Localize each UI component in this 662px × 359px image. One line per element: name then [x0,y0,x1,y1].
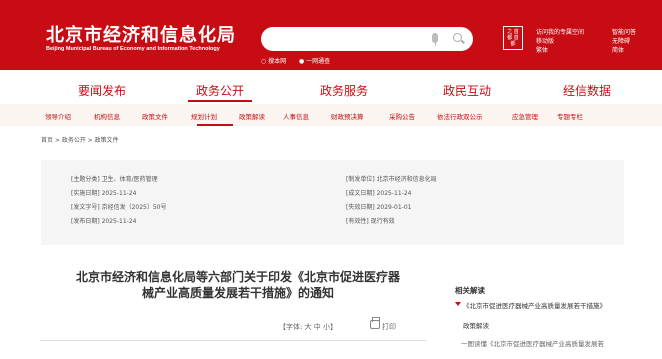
related-link[interactable]: 一图读懂《北京市促进医疗器械产业高质量发展若 [461,338,604,348]
meta-effective-date: [实施日期] 2025-11-24 [71,190,137,197]
mobile-version-link[interactable]: 移动版 [536,36,554,45]
related-link[interactable]: 《北京市促进医疗器械产业高质量发展若干措施》 [463,300,606,310]
scope-local-radio[interactable]: ○ 搜本网 [261,56,286,65]
related-category[interactable]: 政策解读 [463,320,489,330]
site-header: 北京市经济和信息化局 Beijing Municipal Bureau of E… [0,0,662,70]
sub-nav-item[interactable]: 专题专栏 [557,111,583,121]
sub-nav-item[interactable]: 依法行政双公示 [437,111,483,121]
microphone-icon[interactable] [432,33,438,46]
sub-nav-item[interactable]: 应急管理 [512,111,538,121]
bullet-triangle-icon [455,302,461,306]
main-nav-gov-affairs[interactable]: 政务公开 [196,82,244,99]
meta-expiry-date: [失效日期] 2029-01-01 [346,204,412,211]
main-nav-active-indicator [188,100,252,102]
sub-nav-item[interactable]: 人事信息 [283,111,309,121]
document-meta: [主题分类] 卫生、体育/医药管理 [实施日期] 2025-11-24 [发文字… [41,160,624,245]
personal-space-link[interactable]: 访问我的专属空间 [536,27,584,36]
simplified-chinese-link[interactable]: 简体 [612,45,624,54]
meta-issuer: [制发单位] 北京市经济和信息化局 [346,176,437,183]
sub-nav-item[interactable]: 政策文件 [142,111,168,121]
meta-written-date: [成文日期] 2025-11-24 [346,190,412,197]
sub-nav-item[interactable]: 政策解读 [239,111,265,121]
sub-nav-active-indicator [197,124,233,126]
divider [40,340,426,341]
search-icon[interactable] [453,33,462,42]
main-nav-data[interactable]: 经信数据 [563,82,611,99]
traditional-chinese-link[interactable]: 繁体 [536,45,548,54]
accessibility-link[interactable]: 无障碍 [612,36,630,45]
site-title[interactable]: 北京市经济和信息化局 [46,21,236,47]
sub-nav-item[interactable]: 采购公告 [389,111,415,121]
site-subtitle: Beijing Municipal Bureau of Economy and … [46,46,220,52]
scope-all-radio[interactable]: ● 一网通查 [299,56,330,65]
breadcrumb[interactable]: 首页 > 政务公开 > 政策文件 [41,135,119,144]
sub-nav: 领导介绍 机构信息 政策文件 规划计划 政策解读 人事信息 财政预决算 采购公告… [0,104,662,126]
meta-validity: [有效性] 现行有效 [346,218,395,225]
sub-nav-item[interactable]: 财政预决算 [331,111,364,121]
font-size-switcher[interactable]: 【字体: 大 中 小】 [279,322,337,332]
printer-icon[interactable] [370,317,380,329]
related-heading: 相关解读 [455,286,485,295]
main-nav-news[interactable]: 要闻发布 [78,82,126,99]
main-nav: 要闻发布 政务公开 政务服务 政民互动 经信数据 [0,78,662,102]
sub-nav-item[interactable]: 规划计划 [191,111,217,121]
meta-publish-date: [发布日期] 2025-11-24 [71,218,137,225]
capital-seal-logo: 之 首 都 首 都 [503,26,523,50]
search-input[interactable] [261,27,473,51]
smart-qa-link[interactable]: 智能问答 [612,27,636,36]
main-nav-services[interactable]: 政务服务 [320,82,368,99]
meta-topic: [主题分类] 卫生、体育/医药管理 [71,176,158,183]
sub-nav-item[interactable]: 机构信息 [94,111,120,121]
print-button[interactable]: 打印 [382,322,396,332]
meta-doc-number: [发文字号] 京经信发〔2025〕50号 [71,204,167,211]
main-nav-interaction[interactable]: 政民互动 [443,82,491,99]
article-title: 北京市经济和信息化局等六部门关于印发《北京市促进医疗器 械产业高质量发展若干措施… [75,270,400,300]
sub-nav-item[interactable]: 领导介绍 [45,111,71,121]
